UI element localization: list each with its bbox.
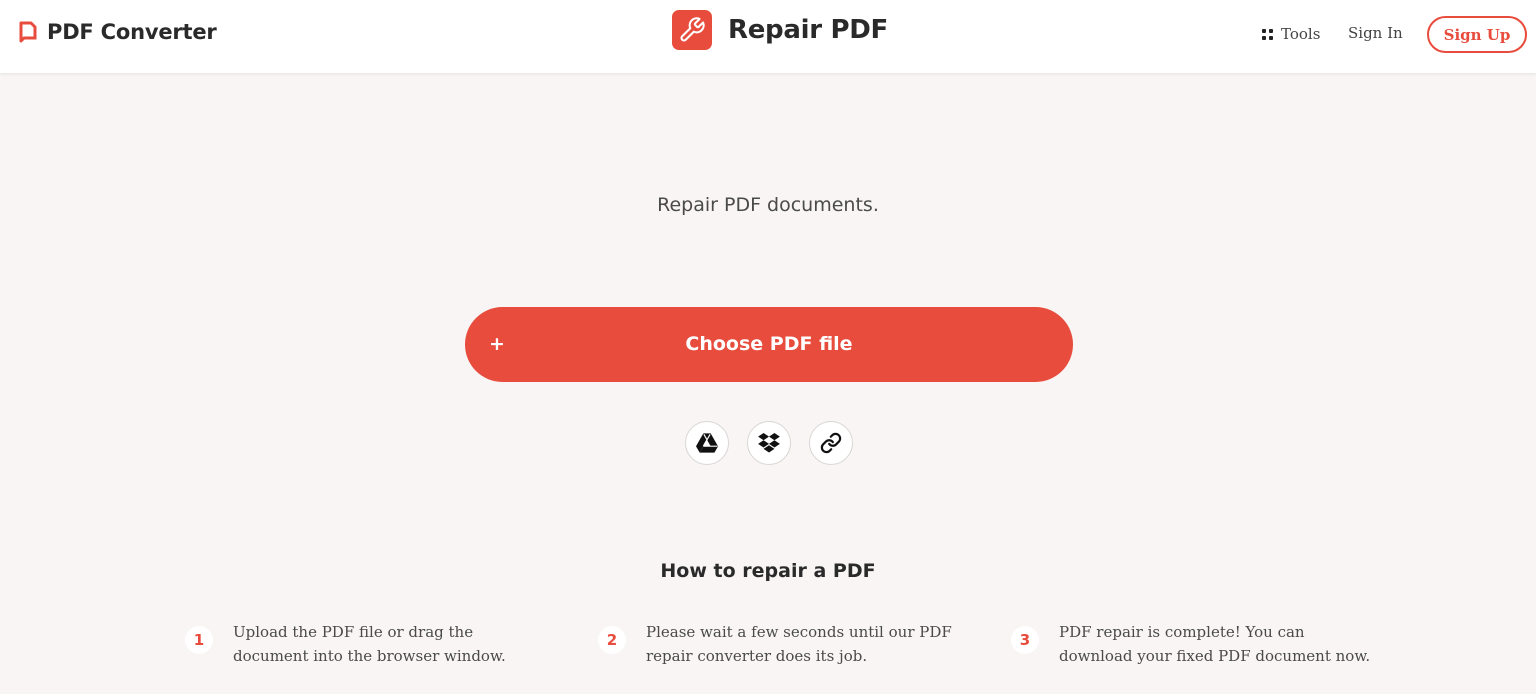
sign-in-link[interactable]: Sign In: [1348, 24, 1403, 42]
choose-file-label: Choose PDF file: [685, 333, 853, 355]
tools-menu[interactable]: Tools: [1262, 22, 1320, 46]
choose-file-button[interactable]: + Choose PDF file: [465, 307, 1073, 382]
step-number: 3: [1011, 626, 1039, 654]
page-subtitle: Repair PDF documents.: [657, 194, 879, 216]
url-link-button[interactable]: [809, 421, 853, 465]
top-header: PDF Converter Repair PDF Tools Sign In S…: [0, 0, 1536, 73]
grid-icon: [1262, 28, 1273, 40]
brand-link[interactable]: PDF Converter: [18, 18, 217, 46]
dropbox-icon: [758, 433, 780, 453]
dropbox-button[interactable]: [747, 421, 791, 465]
brand-name: PDF Converter: [47, 20, 217, 44]
step-text: Please wait a few seconds until our PDF …: [646, 623, 952, 665]
sign-up-button[interactable]: Sign Up: [1427, 16, 1527, 53]
google-drive-icon: [696, 433, 718, 453]
pdf-converter-logo-icon: [19, 21, 37, 43]
page-title: Repair PDF: [728, 15, 888, 45]
tools-label: Tools: [1281, 25, 1321, 43]
howto-title: How to repair a PDF: [660, 560, 876, 582]
tool-title: Repair PDF: [672, 10, 888, 50]
wrench-icon: [672, 10, 712, 50]
step-number: 2: [598, 626, 626, 654]
step-text: PDF repair is complete! You can download…: [1059, 623, 1371, 665]
google-drive-button[interactable]: [685, 421, 729, 465]
link-icon: [820, 432, 842, 454]
step-number: 1: [185, 626, 213, 654]
step-text: Upload the PDF file or drag the document…: [233, 623, 506, 665]
